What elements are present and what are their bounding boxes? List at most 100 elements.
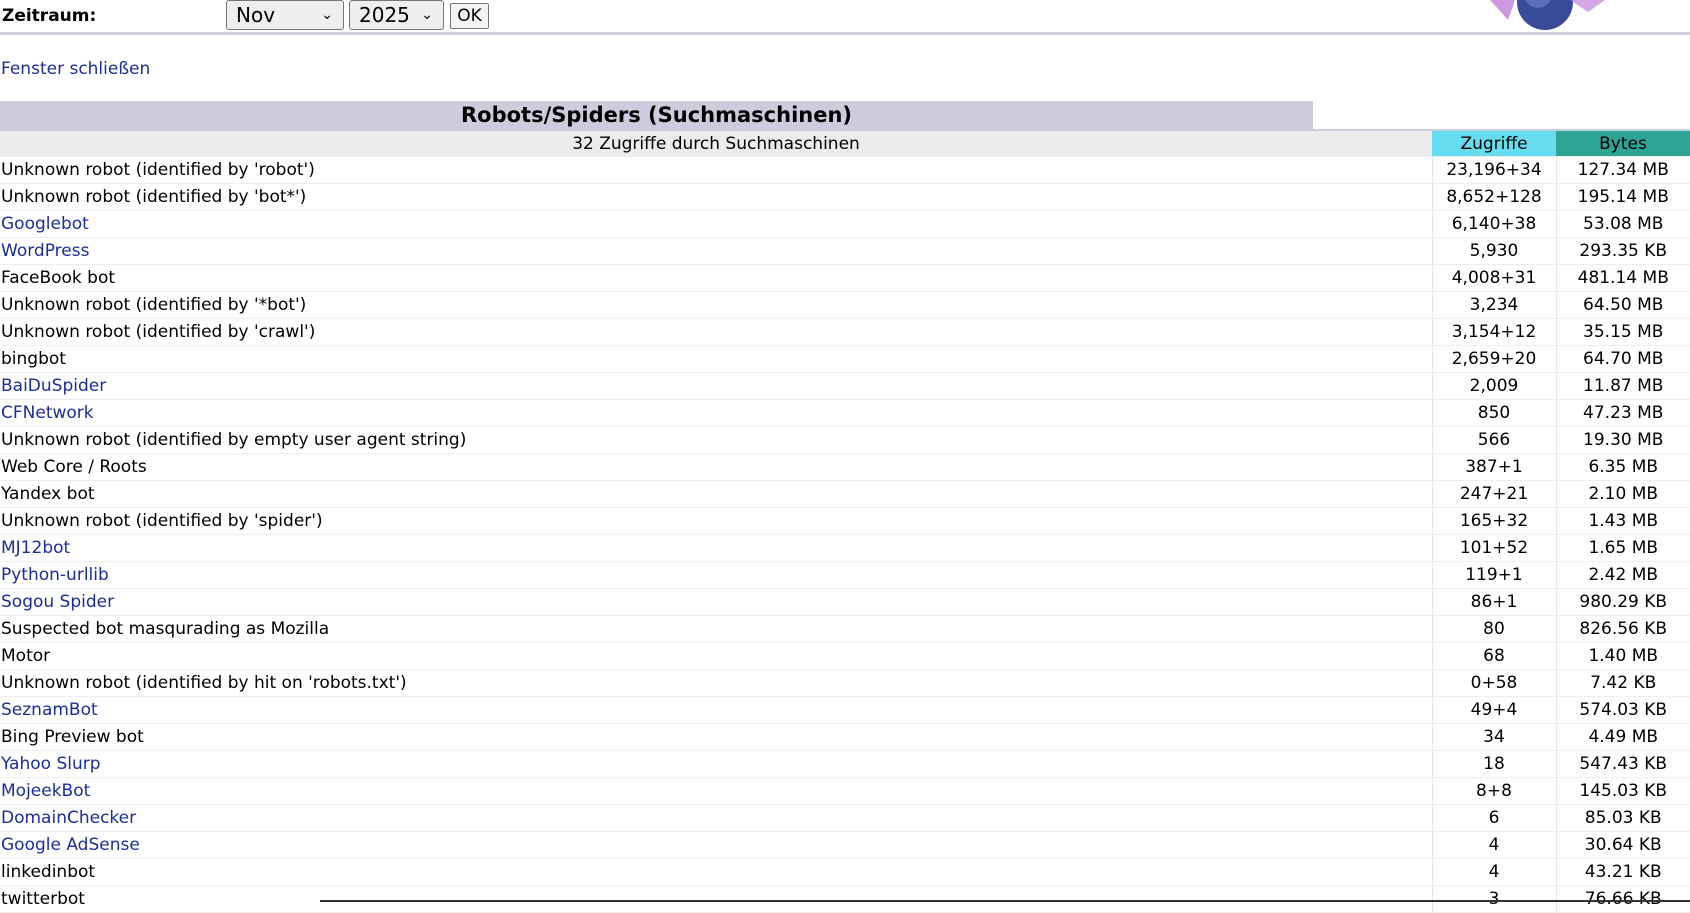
table-row: SeznamBot 49+4 574.03 KB: [0, 696, 1690, 724]
robot-name-cell: linkedinbot: [0, 858, 1432, 886]
hits-cell: 119+1: [1431, 561, 1556, 589]
hits-cell: 8,652+128: [1431, 183, 1556, 211]
robot-name-link[interactable]: Python-urllib: [1, 565, 109, 585]
bytes-cell: 11.87 MB: [1555, 372, 1690, 400]
robot-name-link[interactable]: CFNetwork: [1, 403, 94, 423]
robot-name-cell: SeznamBot: [0, 696, 1432, 724]
hits-cell: 18: [1431, 750, 1556, 778]
chevron-down-icon: ⌄: [421, 7, 433, 23]
hits-cell: 34: [1431, 723, 1556, 751]
robot-name-link[interactable]: SeznamBot: [1, 700, 98, 720]
hits-cell: 86+1: [1431, 588, 1556, 616]
robot-name-cell: Python-urllib: [0, 561, 1432, 589]
robot-name-cell: MojeekBot: [0, 777, 1432, 805]
hits-cell: 4: [1431, 858, 1556, 886]
robot-name-cell: WordPress: [0, 237, 1432, 265]
robot-name-link[interactable]: MJ12bot: [1, 538, 70, 558]
robot-name-cell: Unknown robot (identified by hit on 'rob…: [0, 669, 1432, 697]
bytes-cell: 1.43 MB: [1555, 507, 1690, 535]
robot-name-cell: Googlebot: [0, 210, 1432, 238]
robot-name: Yandex bot: [1, 484, 95, 504]
robot-name-link[interactable]: MojeekBot: [1, 781, 90, 801]
table-row: MojeekBot 8+8 145.03 KB: [0, 777, 1690, 805]
robot-name-cell: DomainChecker: [0, 804, 1432, 832]
robot-name-cell: Unknown robot (identified by '*bot'): [0, 291, 1432, 319]
section-title: Robots/Spiders (Suchmaschinen): [0, 101, 1313, 129]
robot-name: Suspected bot masqurading as Mozilla: [1, 619, 330, 639]
hits-cell: 4,008+31: [1431, 264, 1556, 292]
hits-cell: 80: [1431, 615, 1556, 643]
robot-name-link[interactable]: Googlebot: [1, 214, 89, 234]
robot-name-link[interactable]: Google AdSense: [1, 835, 140, 855]
table-row: WordPress 5,930 293.35 KB: [0, 237, 1690, 265]
robot-name: linkedinbot: [1, 862, 96, 882]
table-row: BaiDuSpider 2,009 11.87 MB: [0, 372, 1690, 400]
robot-name-cell: twitterbot: [0, 885, 1432, 913]
robot-name-cell: Bing Preview bot: [0, 723, 1432, 751]
robot-name-cell: Yandex bot: [0, 480, 1432, 508]
robot-name-cell: Unknown robot (identified by 'crawl'): [0, 318, 1432, 346]
robot-name-cell: Unknown robot (identified by empty user …: [0, 426, 1432, 454]
robot-name-cell: BaiDuSpider: [0, 372, 1432, 400]
robot-name-cell: Unknown robot (identified by 'robot'): [0, 156, 1432, 184]
bytes-cell: 43.21 KB: [1555, 858, 1690, 886]
robot-name-link[interactable]: BaiDuSpider: [1, 376, 106, 396]
bytes-cell: 30.64 KB: [1555, 831, 1690, 859]
hits-cell: 0+58: [1431, 669, 1556, 697]
bytes-cell: 47.23 MB: [1555, 399, 1690, 427]
hits-cell: 49+4: [1431, 696, 1556, 724]
table-row: Motor 68 1.40 MB: [0, 642, 1690, 670]
robot-name-cell: MJ12bot: [0, 534, 1432, 562]
robot-name-cell: Unknown robot (identified by 'spider'): [0, 507, 1432, 535]
robot-name: Unknown robot (identified by 'spider'): [1, 511, 323, 531]
bytes-column-header: Bytes: [1556, 131, 1690, 157]
hits-cell: 2,659+20: [1431, 345, 1556, 373]
robot-name-cell: Suspected bot masqurading as Mozilla: [0, 615, 1432, 643]
bytes-cell: 76.66 KB: [1555, 885, 1690, 913]
hits-cell: 6: [1431, 804, 1556, 832]
bytes-cell: 980.29 KB: [1555, 588, 1690, 616]
robot-name-link[interactable]: Yahoo Slurp: [1, 754, 101, 774]
hits-cell: 23,196+34: [1431, 156, 1556, 184]
robot-name-cell: Web Core / Roots: [0, 453, 1432, 481]
bytes-cell: 53.08 MB: [1555, 210, 1690, 238]
bytes-cell: 481.14 MB: [1555, 264, 1690, 292]
table-row: Yahoo Slurp 18 547.43 KB: [0, 750, 1690, 778]
bytes-cell: 547.43 KB: [1555, 750, 1690, 778]
table-row: Yandex bot 247+21 2.10 MB: [0, 480, 1690, 508]
table-row: Googlebot 6,140+38 53.08 MB: [0, 210, 1690, 238]
table-row: linkedinbot 4 43.21 KB: [0, 858, 1690, 886]
period-toolbar: Zeitraum: Nov ⌄ 2025 ⌄ OK: [0, 0, 1690, 32]
robot-name: Unknown robot (identified by hit on 'rob…: [1, 673, 407, 693]
robot-name-cell: Motor: [0, 642, 1432, 670]
robot-name-link[interactable]: DomainChecker: [1, 808, 136, 828]
hits-cell: 8+8: [1431, 777, 1556, 805]
bytes-cell: 2.42 MB: [1555, 561, 1690, 589]
table-row: CFNetwork 850 47.23 MB: [0, 399, 1690, 427]
robot-name: Unknown robot (identified by 'crawl'): [1, 322, 316, 342]
robot-name-cell: Sogou Spider: [0, 588, 1432, 616]
hits-cell: 566: [1431, 426, 1556, 454]
year-select[interactable]: 2025 ⌄: [349, 0, 444, 30]
robot-name: Unknown robot (identified by 'bot*'): [1, 187, 307, 207]
ok-button[interactable]: OK: [450, 3, 489, 29]
hits-cell: 3,234: [1431, 291, 1556, 319]
bytes-cell: 145.03 KB: [1555, 777, 1690, 805]
robot-name: FaceBook bot: [1, 268, 116, 288]
robot-name-cell: Yahoo Slurp: [0, 750, 1432, 778]
robot-name-link[interactable]: WordPress: [1, 241, 89, 261]
robot-name-cell: FaceBook bot: [0, 264, 1432, 292]
hits-column-header: Zugriffe: [1432, 131, 1556, 157]
table-row: Suspected bot masqurading as Mozilla 80 82…: [0, 615, 1690, 643]
awstats-logo: [1470, 0, 1640, 32]
robot-name-link[interactable]: Sogou Spider: [1, 592, 114, 612]
table-row: bingbot 2,659+20 64.70 MB: [0, 345, 1690, 373]
table-row: Unknown robot (identified by 'robot') 23,…: [0, 156, 1690, 184]
table-row: Web Core / Roots 387+1 6.35 MB: [0, 453, 1690, 481]
robot-name-cell: Unknown robot (identified by 'bot*'): [0, 183, 1432, 211]
table-row: twitterbot 3 76.66 KB: [0, 885, 1690, 913]
table-row: Unknown robot (identified by 'bot*') 8,65…: [0, 183, 1690, 211]
close-window-link[interactable]: Fenster schließen: [1, 59, 150, 79]
hits-cell: 6,140+38: [1431, 210, 1556, 238]
month-select[interactable]: Nov ⌄: [226, 0, 344, 30]
